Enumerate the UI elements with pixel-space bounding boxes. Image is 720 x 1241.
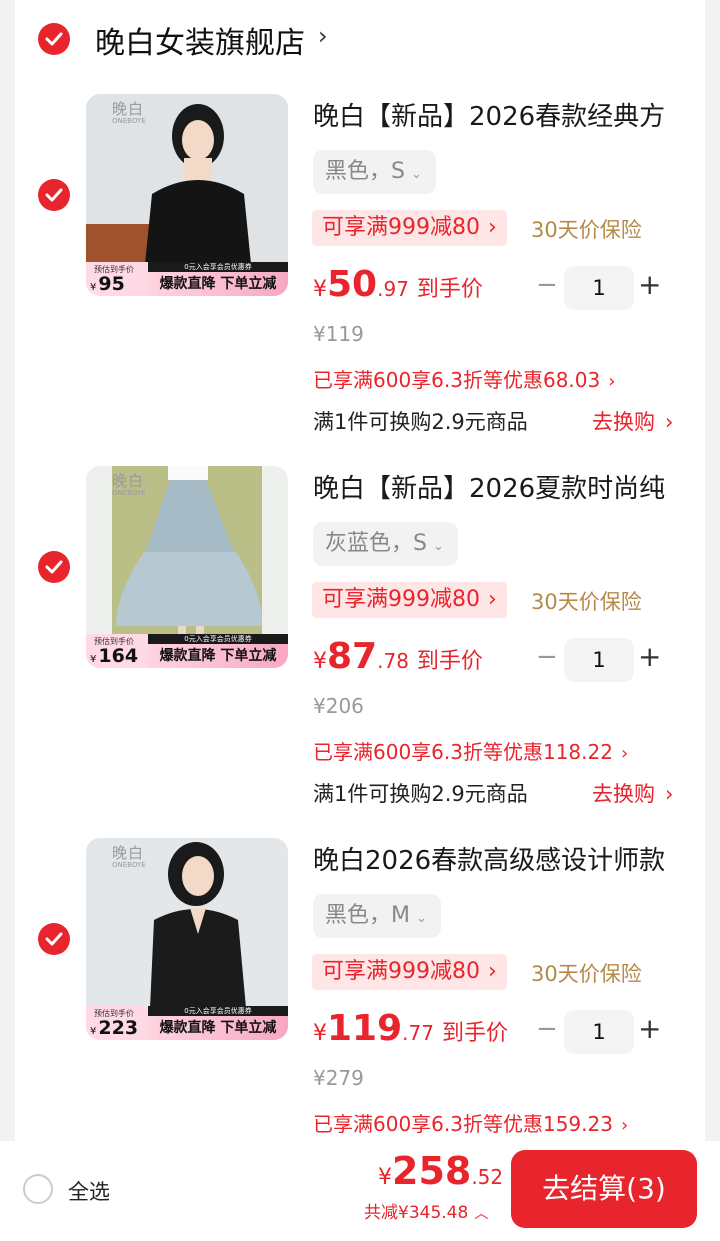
final-price: ¥50.97 到手价: [313, 264, 483, 305]
final-price: ¥119.77 到手价: [313, 1008, 508, 1049]
chevron-right-icon[interactable]: ›: [318, 22, 328, 50]
brand-logo: 晚白 ONEBOYE: [112, 100, 146, 125]
checkmark-icon: [45, 32, 63, 46]
promo-tag[interactable]: 可享满999减80 ›: [312, 954, 507, 990]
store-name[interactable]: 晚白女装旗舰店: [95, 18, 305, 62]
chevron-down-icon: ⌄: [410, 167, 422, 182]
product-title[interactable]: 晚白【新品】2026夏款时尚纯: [313, 468, 665, 505]
checkout-bar: 全选 ¥258.52 共减¥345.48 ︿ 去结算(3): [0, 1141, 720, 1241]
cart-item: 晚白 ONEBOYE 预估到手价 ¥164 0元入会享会员优惠券 爆款直降 下单立减…: [0, 466, 720, 838]
checkmark-icon: [45, 188, 63, 202]
discount-info[interactable]: 已享满600享6.3折等优惠159.23 ›: [313, 1108, 628, 1137]
qty-plus-button[interactable]: +: [638, 1012, 661, 1045]
chevron-right-icon: ›: [620, 1115, 629, 1136]
chevron-right-icon: ›: [665, 410, 674, 434]
checkout-button[interactable]: 去结算(3): [511, 1150, 697, 1228]
original-price: ¥206: [313, 694, 364, 718]
discount-info[interactable]: 已享满600享6.3折等优惠118.22 ›: [313, 736, 628, 765]
image-promo-strip: 预估到手价 ¥223 0元入会享会员优惠券 爆款直降 下单立减: [86, 1006, 288, 1040]
price-insurance: 30天价保险: [531, 218, 642, 242]
total-price: ¥258.52: [378, 1149, 504, 1193]
chevron-right-icon: ›: [665, 782, 674, 806]
select-all-radio[interactable]: [23, 1174, 53, 1204]
sku-selector[interactable]: 黑色，S ⌄: [313, 150, 436, 194]
image-promo-strip: 预估到手价 ¥164 0元入会享会员优惠券 爆款直降 下单立减: [86, 634, 288, 668]
chevron-right-icon: ›: [488, 587, 497, 612]
item-checkbox[interactable]: [38, 923, 70, 955]
image-promo-strip: 预估到手价 ¥95 0元入会享会员优惠券 爆款直降 下单立减: [86, 262, 288, 296]
item-checkbox[interactable]: [38, 551, 70, 583]
exchange-offer: 满1件可换购2.9元商品: [313, 782, 528, 806]
sku-selector[interactable]: 灰蓝色，S ⌄: [313, 522, 458, 566]
qty-minus-button[interactable]: −: [536, 270, 558, 300]
exchange-offer: 满1件可换购2.9元商品: [313, 410, 528, 434]
product-title[interactable]: 晚白【新品】2026春款经典方: [313, 96, 665, 133]
qty-plus-button[interactable]: +: [638, 268, 661, 301]
product-image[interactable]: 晚白 ONEBOYE 预估到手价 ¥223 0元入会享会员优惠券 爆款直降 下单立减: [86, 838, 288, 1040]
original-price: ¥119: [313, 322, 364, 346]
chevron-right-icon: ›: [488, 215, 497, 240]
exchange-link[interactable]: 去换购 ›: [592, 778, 673, 808]
checkmark-icon: [45, 932, 63, 946]
checkmark-icon: [45, 560, 63, 574]
chevron-down-icon: ⌄: [415, 911, 427, 926]
chevron-right-icon: ›: [608, 371, 616, 392]
product-image[interactable]: 晚白 ONEBOYE 预估到手价 ¥95 0元入会享会员优惠券 爆款直降 下单立减: [86, 94, 288, 296]
promo-tag[interactable]: 可享满999减80 ›: [312, 210, 507, 246]
quantity-input[interactable]: 1: [564, 638, 634, 682]
chevron-right-icon: ›: [488, 959, 497, 984]
select-all-label[interactable]: 全选: [68, 1176, 110, 1206]
product-image[interactable]: 晚白 ONEBOYE 预估到手价 ¥164 0元入会享会员优惠券 爆款直降 下单立减: [86, 466, 288, 668]
sku-selector[interactable]: 黑色，M ⌄: [313, 894, 441, 938]
chevron-right-icon: ›: [620, 743, 629, 764]
qty-plus-button[interactable]: +: [638, 640, 661, 673]
cart-item: 晚白 ONEBOYE 预估到手价 ¥223 0元入会享会员优惠券 爆款直降 下单立减…: [0, 838, 720, 1141]
item-checkbox[interactable]: [38, 179, 70, 211]
exchange-link[interactable]: 去换购 ›: [592, 406, 673, 436]
brand-logo: 晚白 ONEBOYE: [112, 472, 146, 497]
price-insurance: 30天价保险: [531, 590, 642, 614]
discount-info[interactable]: 已享满600享6.3折等优惠68.03 ›: [313, 364, 615, 393]
store-checkbox[interactable]: [38, 23, 70, 55]
promo-tag[interactable]: 可享满999减80 ›: [312, 582, 507, 618]
original-price: ¥279: [313, 1066, 364, 1090]
chevron-down-icon: ⌄: [432, 539, 444, 554]
quantity-input[interactable]: 1: [564, 266, 634, 310]
quantity-input[interactable]: 1: [564, 1010, 634, 1054]
final-price: ¥87.78 到手价: [313, 636, 483, 677]
savings-detail[interactable]: 共减¥345.48 ︿: [364, 1198, 488, 1223]
qty-minus-button[interactable]: −: [536, 1014, 558, 1044]
qty-minus-button[interactable]: −: [536, 642, 558, 672]
product-title[interactable]: 晚白2026春款高级感设计师款: [313, 840, 665, 877]
brand-logo: 晚白 ONEBOYE: [112, 844, 146, 869]
price-insurance: 30天价保险: [531, 962, 642, 986]
chevron-up-icon: ︿: [474, 1206, 489, 1222]
cart-item: 晚白 ONEBOYE 预估到手价 ¥95 0元入会享会员优惠券 爆款直降 下单立减 …: [0, 94, 720, 466]
